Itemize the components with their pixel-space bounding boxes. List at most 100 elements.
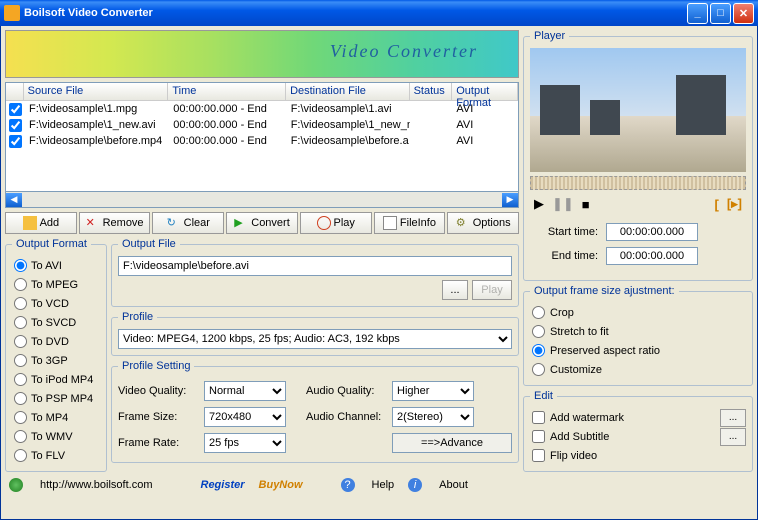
format-option[interactable]: To SVCD bbox=[12, 313, 100, 332]
help-icon: ? bbox=[341, 478, 355, 492]
mark-in-icon[interactable]: [ bbox=[714, 197, 718, 212]
frame-size-select[interactable]: 720x480 bbox=[204, 407, 286, 427]
row-checkbox[interactable] bbox=[9, 119, 22, 132]
table-row[interactable]: F:\videosample\before.mp400:00:00.000 - … bbox=[6, 133, 518, 149]
folder-icon bbox=[23, 216, 37, 230]
refresh-icon: ↻ bbox=[167, 216, 181, 230]
watermark-options-button[interactable]: ... bbox=[720, 409, 746, 427]
player-pause-icon[interactable]: ❚❚ bbox=[552, 196, 574, 212]
video-quality-label: Video Quality: bbox=[118, 385, 198, 397]
add-button[interactable]: Add bbox=[5, 212, 77, 234]
edit-legend: Edit bbox=[530, 390, 557, 402]
banner: Video Converter bbox=[5, 30, 519, 78]
format-option[interactable]: To PSP MP4 bbox=[12, 389, 100, 408]
maximize-button[interactable]: □ bbox=[710, 3, 731, 24]
audio-quality-select[interactable]: Higher bbox=[392, 381, 474, 401]
remove-button[interactable]: ✕Remove bbox=[79, 212, 151, 234]
edit-group: Edit Add watermark... Add Subtitle... Fl… bbox=[523, 390, 753, 472]
player-stop-icon[interactable]: ■ bbox=[582, 197, 590, 212]
row-checkbox[interactable] bbox=[9, 103, 22, 116]
format-option[interactable]: To MP4 bbox=[12, 408, 100, 427]
window-title: Boilsoft Video Converter bbox=[24, 7, 153, 19]
disc-icon bbox=[317, 216, 331, 230]
register-link[interactable]: Register bbox=[201, 479, 245, 491]
seek-bar[interactable] bbox=[530, 176, 746, 190]
adjust-option[interactable]: Crop bbox=[530, 303, 746, 322]
options-button[interactable]: ⚙Options bbox=[447, 212, 519, 234]
play-button[interactable]: Play bbox=[300, 212, 372, 234]
about-link[interactable]: About bbox=[439, 479, 468, 491]
player-group: Player ▶ ❚❚ ■ [ [▸] Start time: 00:00:00.… bbox=[523, 30, 753, 281]
app-icon bbox=[4, 5, 20, 21]
play-output-button[interactable]: Play bbox=[472, 280, 512, 300]
banner-text: Video Converter bbox=[330, 41, 478, 62]
video-preview bbox=[530, 48, 746, 172]
convert-button[interactable]: ▶Convert bbox=[226, 212, 298, 234]
audio-quality-label: Audio Quality: bbox=[306, 385, 386, 397]
frame-rate-select[interactable]: 25 fps bbox=[204, 433, 286, 453]
website-link[interactable]: http://www.boilsoft.com bbox=[40, 479, 153, 491]
col-status[interactable]: Status bbox=[410, 83, 453, 100]
start-time-value[interactable]: 00:00:00.000 bbox=[606, 223, 698, 241]
format-option[interactable]: To iPod MP4 bbox=[12, 370, 100, 389]
info-icon: i bbox=[408, 478, 422, 492]
play-icon: ▶ bbox=[234, 216, 248, 230]
video-quality-select[interactable]: Normal bbox=[204, 381, 286, 401]
advance-button[interactable]: ==>Advance bbox=[392, 433, 512, 453]
minimize-button[interactable]: _ bbox=[687, 3, 708, 24]
flip-checkbox[interactable]: Flip video bbox=[530, 446, 599, 465]
scroll-left-icon[interactable]: ◀ bbox=[6, 193, 22, 207]
x-icon: ✕ bbox=[86, 216, 100, 230]
gear-icon: ⚙ bbox=[456, 216, 470, 230]
table-row[interactable]: F:\videosample\1_new.avi00:00:00.000 - E… bbox=[6, 117, 518, 133]
adjust-legend: Output frame size ajustment: bbox=[530, 285, 679, 297]
buynow-link[interactable]: BuyNow bbox=[259, 479, 303, 491]
file-list: Source File Time Destination File Status… bbox=[5, 82, 519, 192]
end-time-label: End time: bbox=[532, 250, 598, 262]
browse-button[interactable]: ... bbox=[442, 280, 468, 300]
help-link[interactable]: Help bbox=[372, 479, 395, 491]
format-option[interactable]: To VCD bbox=[12, 294, 100, 313]
mark-out-icon[interactable]: [▸] bbox=[727, 196, 742, 212]
format-option[interactable]: To 3GP bbox=[12, 351, 100, 370]
subtitle-options-button[interactable]: ... bbox=[720, 428, 746, 446]
fileinfo-button[interactable]: FileInfo bbox=[374, 212, 446, 234]
adjust-option[interactable]: Stretch to fit bbox=[530, 322, 746, 341]
globe-icon bbox=[9, 478, 23, 492]
horizontal-scrollbar[interactable]: ◀ ▶ bbox=[5, 192, 519, 208]
col-time[interactable]: Time bbox=[168, 83, 286, 100]
end-time-value[interactable]: 00:00:00.000 bbox=[606, 247, 698, 265]
row-checkbox[interactable] bbox=[9, 135, 22, 148]
format-option[interactable]: To WMV bbox=[12, 427, 100, 446]
player-legend: Player bbox=[530, 30, 569, 42]
output-file-group: Output File ... Play bbox=[111, 238, 519, 307]
adjust-option[interactable]: Preserved aspect ratio bbox=[530, 341, 746, 360]
footer: http://www.boilsoft.com Register BuyNow … bbox=[1, 472, 523, 498]
start-time-label: Start time: bbox=[532, 226, 598, 238]
clear-button[interactable]: ↻Clear bbox=[152, 212, 224, 234]
player-controls: ▶ ❚❚ ■ [ [▸] bbox=[530, 194, 746, 214]
file-list-header: Source File Time Destination File Status… bbox=[6, 83, 518, 101]
toolbar: Add ✕Remove ↻Clear ▶Convert Play FileInf… bbox=[1, 208, 523, 238]
profile-select[interactable]: Video: MPEG4, 1200 kbps, 25 fps; Audio: … bbox=[118, 329, 512, 349]
subtitle-checkbox[interactable]: Add Subtitle bbox=[530, 427, 611, 446]
adjust-option[interactable]: Customize bbox=[530, 360, 746, 379]
format-option[interactable]: To MPEG bbox=[12, 275, 100, 294]
close-button[interactable]: ✕ bbox=[733, 3, 754, 24]
col-dest[interactable]: Destination File bbox=[286, 83, 410, 100]
col-source[interactable]: Source File bbox=[24, 83, 169, 100]
scroll-right-icon[interactable]: ▶ bbox=[502, 193, 518, 207]
format-option[interactable]: To AVI bbox=[12, 256, 100, 275]
frame-size-label: Frame Size: bbox=[118, 411, 198, 423]
frame-size-adjust-group: Output frame size ajustment: CropStretch… bbox=[523, 285, 753, 386]
format-option[interactable]: To FLV bbox=[12, 446, 100, 465]
output-format-legend: Output Format bbox=[12, 238, 91, 250]
format-option[interactable]: To DVD bbox=[12, 332, 100, 351]
player-play-icon[interactable]: ▶ bbox=[534, 196, 544, 212]
col-format[interactable]: Output Format bbox=[452, 83, 518, 100]
watermark-checkbox[interactable]: Add watermark bbox=[530, 408, 626, 427]
table-row[interactable]: F:\videosample\1.mpg00:00:00.000 - EndF:… bbox=[6, 101, 518, 117]
output-file-legend: Output File bbox=[118, 238, 180, 250]
output-file-input[interactable] bbox=[118, 256, 512, 276]
audio-channel-select[interactable]: 2(Stereo) bbox=[392, 407, 474, 427]
